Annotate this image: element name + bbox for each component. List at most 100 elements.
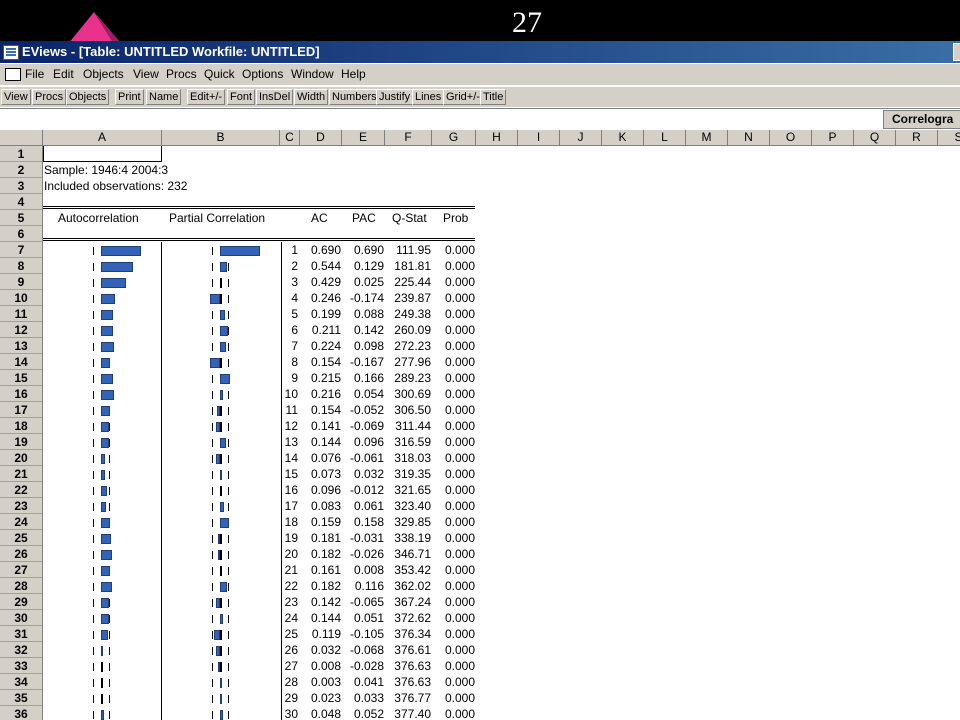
toolbar-button-procs[interactable]: Procs	[32, 89, 67, 105]
toolbar-button-width[interactable]: Width	[294, 89, 329, 105]
column-header-r[interactable]: R	[896, 130, 938, 145]
row-header-21[interactable]: 21	[0, 466, 42, 482]
row-header-6[interactable]: 6	[0, 226, 42, 242]
row-header-10[interactable]: 10	[0, 290, 42, 306]
toolbar-button-view[interactable]: View	[1, 89, 31, 105]
prob-value: 0.000	[444, 691, 475, 705]
column-header-h[interactable]: H	[476, 130, 518, 145]
select-all-corner[interactable]	[0, 130, 43, 145]
menu-item-window[interactable]: Window	[291, 67, 334, 81]
column-header-k[interactable]: K	[602, 130, 644, 145]
q-stat-value: 377.40	[394, 707, 431, 720]
menu-item-file[interactable]: File	[25, 67, 44, 81]
pac-band-left	[212, 391, 213, 399]
ac-bar	[101, 310, 113, 320]
pac-band-right	[228, 423, 229, 431]
row-header-1[interactable]: 1	[0, 146, 42, 162]
row-header-27[interactable]: 27	[0, 562, 42, 578]
ac-band-left	[93, 423, 94, 431]
toolbar-button-title[interactable]: Title	[480, 89, 507, 105]
row-header-20[interactable]: 20	[0, 450, 42, 466]
row-header-33[interactable]: 33	[0, 658, 42, 674]
row-header-2[interactable]: 2	[0, 162, 42, 178]
row-header-7[interactable]: 7	[0, 242, 42, 258]
row-header-31[interactable]: 31	[0, 626, 42, 642]
menu-item-view[interactable]: View	[133, 67, 159, 81]
row-header-18[interactable]: 18	[0, 418, 42, 434]
toolbar-button-font[interactable]: Font	[227, 89, 256, 105]
row-header-19[interactable]: 19	[0, 434, 42, 450]
column-header-n[interactable]: N	[728, 130, 770, 145]
column-header-g[interactable]: G	[432, 130, 476, 145]
row-header-17[interactable]: 17	[0, 402, 42, 418]
menu-item-quick[interactable]: Quick	[204, 67, 235, 81]
toolbar-button-edit[interactable]: Edit+/-	[187, 89, 226, 105]
toolbar-button-lines[interactable]: Lines	[412, 89, 445, 105]
row-header-25[interactable]: 25	[0, 530, 42, 546]
document-icon[interactable]	[5, 68, 21, 81]
column-header-q[interactable]: Q	[854, 130, 896, 145]
menu-item-procs[interactable]: Procs	[166, 67, 197, 81]
row-header-15[interactable]: 15	[0, 370, 42, 386]
row-header-9[interactable]: 9	[0, 274, 42, 290]
selected-cell-a1[interactable]	[43, 146, 162, 162]
row-header-32[interactable]: 32	[0, 642, 42, 658]
menu-item-help[interactable]: Help	[341, 67, 366, 81]
window-control-button[interactable]	[953, 43, 960, 61]
toolbar-button-justify[interactable]: Justify	[376, 89, 414, 105]
lag-number: 25	[284, 627, 298, 641]
eviews-app-icon[interactable]	[3, 45, 19, 60]
toolbar-button-print[interactable]: Print	[115, 89, 144, 105]
row-header-29[interactable]: 29	[0, 594, 42, 610]
column-header-d[interactable]: D	[300, 130, 342, 145]
pac-band-left	[212, 247, 213, 255]
column-header-o[interactable]: O	[770, 130, 812, 145]
toolbar-button-grid[interactable]: Grid+/-	[443, 89, 483, 105]
row-header-35[interactable]: 35	[0, 690, 42, 706]
row-header-12[interactable]: 12	[0, 322, 42, 338]
menu-item-objects[interactable]: Objects	[83, 67, 124, 81]
menu-item-options[interactable]: Options	[242, 67, 283, 81]
toolbar-button-numbers[interactable]: Numbers	[329, 89, 380, 105]
column-header-s[interactable]: S	[938, 130, 960, 145]
row-header-8[interactable]: 8	[0, 258, 42, 274]
menu-item-edit[interactable]: Edit	[53, 67, 74, 81]
pac-value: -0.026	[349, 547, 384, 561]
row-header-30[interactable]: 30	[0, 610, 42, 626]
row-header-34[interactable]: 34	[0, 674, 42, 690]
ac-bar	[101, 582, 112, 592]
column-header-m[interactable]: M	[686, 130, 728, 145]
row-header-36[interactable]: 36	[0, 706, 42, 720]
row-header-11[interactable]: 11	[0, 306, 42, 322]
row-header-28[interactable]: 28	[0, 578, 42, 594]
column-header-b[interactable]: B	[162, 130, 280, 145]
row-header-23[interactable]: 23	[0, 498, 42, 514]
row-header-5[interactable]: 5	[0, 210, 42, 226]
row-header-13[interactable]: 13	[0, 338, 42, 354]
ac-band-right	[109, 679, 110, 687]
row-header-4[interactable]: 4	[0, 194, 42, 210]
toolbar-button-name[interactable]: Name	[146, 89, 182, 105]
column-header-e[interactable]: E	[342, 130, 385, 145]
column-header-i[interactable]: I	[518, 130, 560, 145]
row-header-22[interactable]: 22	[0, 482, 42, 498]
row-header-16[interactable]: 16	[0, 386, 42, 402]
header-top-line	[43, 206, 475, 207]
row-header-24[interactable]: 24	[0, 514, 42, 530]
column-header-a[interactable]: A	[43, 130, 162, 145]
column-header-c[interactable]: C	[280, 130, 300, 145]
column-header-j[interactable]: J	[560, 130, 602, 145]
row-header-14[interactable]: 14	[0, 354, 42, 370]
row-header-3[interactable]: 3	[0, 178, 42, 194]
toolbar-button-insdel[interactable]: InsDel	[256, 89, 294, 105]
column-header-p[interactable]: P	[812, 130, 854, 145]
column-header-f[interactable]: F	[385, 130, 432, 145]
toolbar-button-objects[interactable]: Objects	[66, 89, 110, 105]
ac-band-left	[93, 695, 94, 703]
row-header-26[interactable]: 26	[0, 546, 42, 562]
prob-value: 0.000	[444, 563, 475, 577]
column-header-l[interactable]: L	[644, 130, 686, 145]
title-bar[interactable]: EViews - [Table: UNTITLED Workfile: UNTI…	[0, 41, 960, 63]
lag-number: 9	[291, 371, 298, 385]
cell-edit-row[interactable]: Correlogra	[0, 108, 960, 131]
